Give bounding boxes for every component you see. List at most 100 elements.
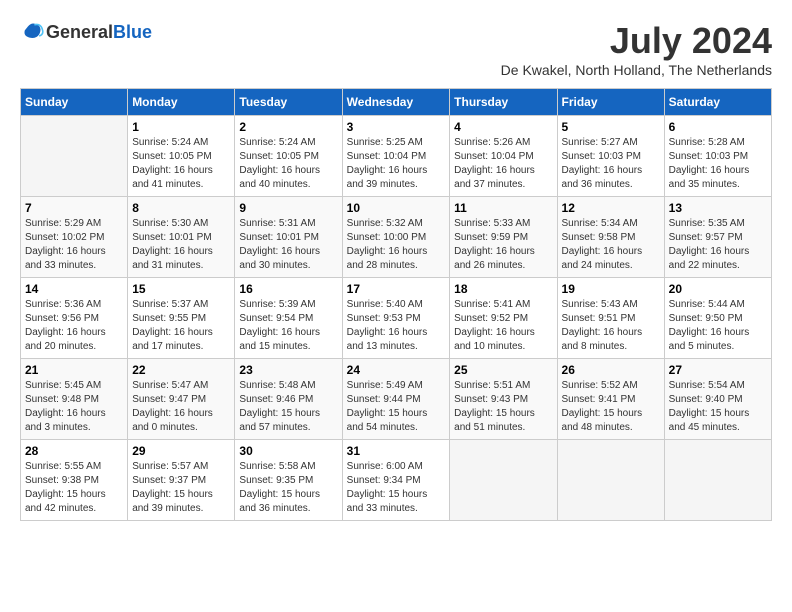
day-number: 14 [25, 282, 123, 296]
logo-general: General [46, 22, 113, 42]
day-number: 27 [669, 363, 767, 377]
day-number: 23 [239, 363, 337, 377]
day-number: 21 [25, 363, 123, 377]
day-info: Sunrise: 5:27 AM Sunset: 10:03 PM Daylig… [562, 136, 660, 192]
day-number: 26 [562, 363, 660, 377]
calendar-cell: 22Sunrise: 5:47 AM Sunset: 9:47 PM Dayli… [128, 359, 235, 440]
logo-icon [20, 20, 44, 44]
calendar-cell: 24 Sunrise: 5:49 AM Sunset: 9:44 PM Dayli… [342, 359, 450, 440]
day-header-friday: Friday [557, 89, 664, 116]
day-number: 28 [25, 444, 123, 458]
location-title: De Kwakel, North Holland, The Netherland… [501, 62, 772, 78]
day-number: 9 [239, 201, 337, 215]
day-number: 17 [347, 282, 446, 296]
calendar-cell: 16 Sunrise: 5:39 AM Sunset: 9:54 PM Dayli… [235, 278, 342, 359]
day-info: Sunrise: 5:58 AM Sunset: 9:35 PM Dayligh… [239, 460, 337, 516]
day-info: Sunrise: 5:29 AM Sunset: 10:02 PM Daylig… [25, 217, 123, 273]
day-info: Sunrise: 5:41 AM Sunset: 9:52 PM Dayligh… [454, 298, 552, 354]
day-number: 16 [239, 282, 337, 296]
day-info: Sunrise: 5:36 AM Sunset: 9:56 PM Dayligh… [25, 298, 123, 354]
day-info: Sunrise: 5:49 AM Sunset: 9:44 PM Dayligh… [347, 379, 446, 435]
day-number: 29 [132, 444, 230, 458]
calendar-week-row: 21 Sunrise: 5:45 AM Sunset: 9:48 PM Dayli… [21, 359, 772, 440]
logo-text: GeneralBlue [46, 22, 152, 43]
calendar-cell: 11Sunrise: 5:33 AM Sunset: 9:59 PM Dayli… [450, 197, 557, 278]
calendar-cell: 13Sunrise: 5:35 AM Sunset: 9:57 PM Dayli… [664, 197, 771, 278]
calendar-cell: 17 Sunrise: 5:40 AM Sunset: 9:53 PM Dayli… [342, 278, 450, 359]
day-header-thursday: Thursday [450, 89, 557, 116]
day-info: Sunrise: 5:44 AM Sunset: 9:50 PM Dayligh… [669, 298, 767, 354]
day-header-monday: Monday [128, 89, 235, 116]
calendar-cell [557, 440, 664, 521]
calendar-cell: 5 Sunrise: 5:27 AM Sunset: 10:03 PM Dayli… [557, 116, 664, 197]
day-header-sunday: Sunday [21, 89, 128, 116]
day-header-wednesday: Wednesday [342, 89, 450, 116]
day-number: 24 [347, 363, 446, 377]
month-year-title: July 2024 [501, 20, 772, 62]
calendar-week-row: 7 Sunrise: 5:29 AM Sunset: 10:02 PM Dayli… [21, 197, 772, 278]
day-info: Sunrise: 5:45 AM Sunset: 9:48 PM Dayligh… [25, 379, 123, 435]
day-number: 7 [25, 201, 123, 215]
calendar-cell: 25 Sunrise: 5:51 AM Sunset: 9:43 PM Dayli… [450, 359, 557, 440]
day-info: Sunrise: 5:48 AM Sunset: 9:46 PM Dayligh… [239, 379, 337, 435]
calendar-cell: 27Sunrise: 5:54 AM Sunset: 9:40 PM Dayli… [664, 359, 771, 440]
day-info: Sunrise: 5:40 AM Sunset: 9:53 PM Dayligh… [347, 298, 446, 354]
day-info: Sunrise: 5:25 AM Sunset: 10:04 PM Daylig… [347, 136, 446, 192]
day-number: 5 [562, 120, 660, 134]
day-info: Sunrise: 5:32 AM Sunset: 10:00 PM Daylig… [347, 217, 446, 273]
calendar-cell: 18 Sunrise: 5:41 AM Sunset: 9:52 PM Dayli… [450, 278, 557, 359]
calendar-cell: 30Sunrise: 5:58 AM Sunset: 9:35 PM Dayli… [235, 440, 342, 521]
calendar-cell: 23 Sunrise: 5:48 AM Sunset: 9:46 PM Dayli… [235, 359, 342, 440]
calendar-cell: 4 Sunrise: 5:26 AM Sunset: 10:04 PM Dayli… [450, 116, 557, 197]
day-info: Sunrise: 5:34 AM Sunset: 9:58 PM Dayligh… [562, 217, 660, 273]
day-number: 6 [669, 120, 767, 134]
day-info: Sunrise: 5:39 AM Sunset: 9:54 PM Dayligh… [239, 298, 337, 354]
calendar-week-row: 1 Sunrise: 5:24 AM Sunset: 10:05 PM Dayli… [21, 116, 772, 197]
day-number: 20 [669, 282, 767, 296]
calendar-cell: 8 Sunrise: 5:30 AM Sunset: 10:01 PM Dayli… [128, 197, 235, 278]
calendar-cell: 20 Sunrise: 5:44 AM Sunset: 9:50 PM Dayli… [664, 278, 771, 359]
day-info: Sunrise: 5:24 AM Sunset: 10:05 PM Daylig… [132, 136, 230, 192]
day-info: Sunrise: 5:30 AM Sunset: 10:01 PM Daylig… [132, 217, 230, 273]
calendar-cell: 1 Sunrise: 5:24 AM Sunset: 10:05 PM Dayli… [128, 116, 235, 197]
day-number: 1 [132, 120, 230, 134]
day-number: 4 [454, 120, 552, 134]
calendar-cell: 12 Sunrise: 5:34 AM Sunset: 9:58 PM Dayli… [557, 197, 664, 278]
day-number: 25 [454, 363, 552, 377]
calendar-table: SundayMondayTuesdayWednesdayThursdayFrid… [20, 88, 772, 521]
day-info: Sunrise: 5:28 AM Sunset: 10:03 PM Daylig… [669, 136, 767, 192]
day-number: 15 [132, 282, 230, 296]
calendar-cell: 14 Sunrise: 5:36 AM Sunset: 9:56 PM Dayli… [21, 278, 128, 359]
day-info: Sunrise: 6:00 AM Sunset: 9:34 PM Dayligh… [347, 460, 446, 516]
day-number: 22 [132, 363, 230, 377]
day-number: 2 [239, 120, 337, 134]
calendar-cell: 7 Sunrise: 5:29 AM Sunset: 10:02 PM Dayli… [21, 197, 128, 278]
day-number: 11 [454, 201, 552, 215]
day-info: Sunrise: 5:31 AM Sunset: 10:01 PM Daylig… [239, 217, 337, 273]
day-info: Sunrise: 5:43 AM Sunset: 9:51 PM Dayligh… [562, 298, 660, 354]
calendar-cell: 6 Sunrise: 5:28 AM Sunset: 10:03 PM Dayli… [664, 116, 771, 197]
day-number: 12 [562, 201, 660, 215]
day-info: Sunrise: 5:26 AM Sunset: 10:04 PM Daylig… [454, 136, 552, 192]
day-info: Sunrise: 5:57 AM Sunset: 9:37 PM Dayligh… [132, 460, 230, 516]
logo: GeneralBlue [20, 20, 152, 44]
calendar-cell: 9 Sunrise: 5:31 AM Sunset: 10:01 PM Dayli… [235, 197, 342, 278]
day-number: 8 [132, 201, 230, 215]
day-number: 18 [454, 282, 552, 296]
calendar-cell [450, 440, 557, 521]
calendar-cell: 28 Sunrise: 5:55 AM Sunset: 9:38 PM Dayli… [21, 440, 128, 521]
day-number: 19 [562, 282, 660, 296]
calendar-cell: 21 Sunrise: 5:45 AM Sunset: 9:48 PM Dayli… [21, 359, 128, 440]
day-info: Sunrise: 5:51 AM Sunset: 9:43 PM Dayligh… [454, 379, 552, 435]
calendar-week-row: 28 Sunrise: 5:55 AM Sunset: 9:38 PM Dayli… [21, 440, 772, 521]
day-header-saturday: Saturday [664, 89, 771, 116]
day-info: Sunrise: 5:55 AM Sunset: 9:38 PM Dayligh… [25, 460, 123, 516]
day-number: 3 [347, 120, 446, 134]
day-number: 13 [669, 201, 767, 215]
calendar-cell: 3 Sunrise: 5:25 AM Sunset: 10:04 PM Dayli… [342, 116, 450, 197]
calendar-cell: 26Sunrise: 5:52 AM Sunset: 9:41 PM Dayli… [557, 359, 664, 440]
calendar-cell [21, 116, 128, 197]
logo-blue: Blue [113, 22, 152, 42]
calendar-cell [664, 440, 771, 521]
day-info: Sunrise: 5:37 AM Sunset: 9:55 PM Dayligh… [132, 298, 230, 354]
